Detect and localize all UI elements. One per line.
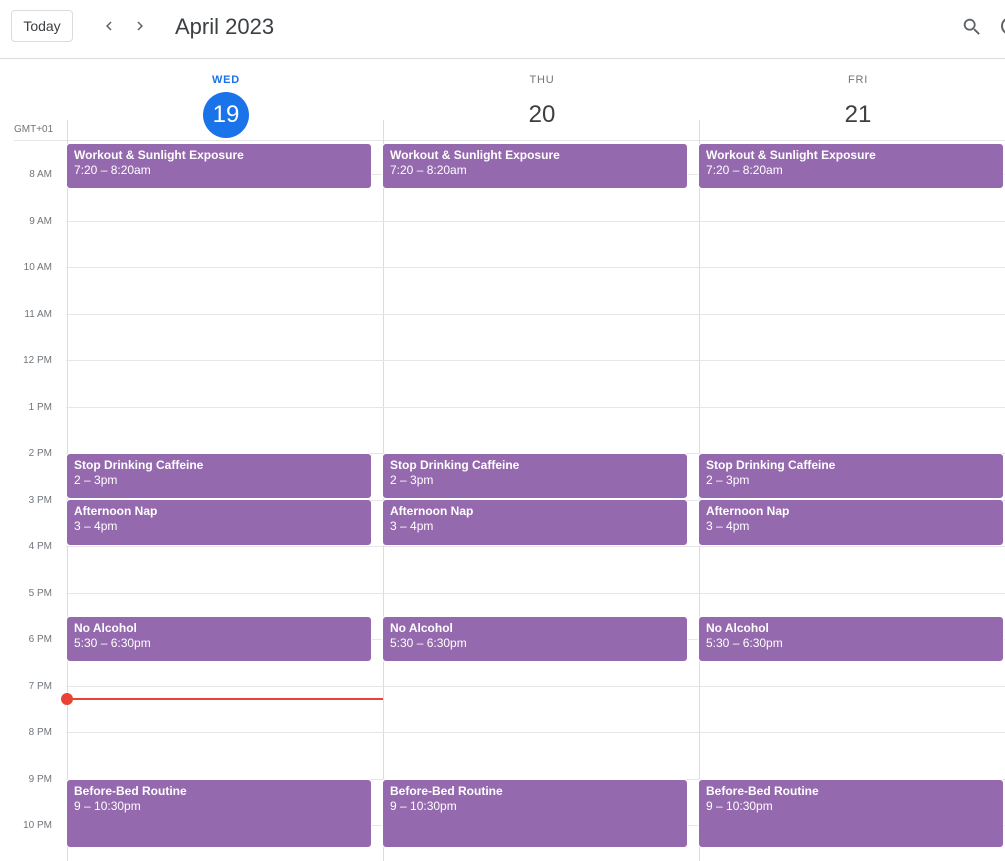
hour-label: 3 PM <box>28 495 52 506</box>
event-card[interactable]: Workout & Sunlight Exposure 7:20 – 8:20a… <box>698 143 1004 189</box>
hour-label: 7 PM <box>28 681 52 692</box>
day-number[interactable]: 20 <box>519 92 565 138</box>
event-time: 3 – 4pm <box>390 519 434 533</box>
grid-line <box>66 267 1005 268</box>
hour-label: 1 PM <box>28 402 52 413</box>
event-card[interactable]: Stop Drinking Caffeine 2 – 3pm <box>66 453 372 499</box>
prev-week-button[interactable] <box>96 13 122 39</box>
event-card[interactable]: Before-Bed Routine 9 – 10:30pm <box>382 779 688 848</box>
grid-line <box>14 140 1005 141</box>
grid-line <box>66 546 1005 547</box>
event-time: 5:30 – 6:30pm <box>706 636 783 650</box>
event-title: Afternoon Nap <box>706 504 790 518</box>
hour-label: 9 AM <box>29 216 52 227</box>
event-card[interactable]: No Alcohol 5:30 – 6:30pm <box>66 616 372 662</box>
grid-line <box>66 221 1005 222</box>
chevron-right-icon <box>137 21 143 31</box>
day-name: FRI <box>847 74 869 86</box>
event-time: 7:20 – 8:20am <box>706 163 783 177</box>
search-icon <box>963 18 980 35</box>
hour-label: 12 PM <box>23 355 52 366</box>
day-header-thu[interactable]: THU 20 <box>384 72 700 138</box>
event-card[interactable]: Afternoon Nap 3 – 4pm <box>66 499 372 546</box>
event-time: 9 – 10:30pm <box>390 799 457 813</box>
top-bar: Today April 2023 <box>0 0 1005 59</box>
event-title: Workout & Sunlight Exposure <box>74 148 244 162</box>
event-time: 3 – 4pm <box>706 519 750 533</box>
event-title: No Alcohol <box>706 621 769 635</box>
event-title: No Alcohol <box>74 621 137 635</box>
event-time: 9 – 10:30pm <box>74 799 141 813</box>
grid-line <box>66 686 1005 687</box>
event-time: 7:20 – 8:20am <box>390 163 467 177</box>
hour-label: 6 PM <box>28 634 52 645</box>
event-title: Before-Bed Routine <box>390 784 503 798</box>
event-title: Before-Bed Routine <box>74 784 187 798</box>
event-time: 5:30 – 6:30pm <box>390 636 467 650</box>
event-card[interactable]: Before-Bed Routine 9 – 10:30pm <box>698 779 1004 848</box>
event-card[interactable]: No Alcohol 5:30 – 6:30pm <box>382 616 688 662</box>
timezone-label: GMT+01 <box>14 124 54 135</box>
search-button[interactable] <box>958 13 986 41</box>
current-time-line <box>67 698 383 700</box>
day-name: WED <box>211 74 241 86</box>
help-icon[interactable] <box>998 14 1005 38</box>
grid-line <box>66 314 1005 315</box>
event-card[interactable]: Afternoon Nap 3 – 4pm <box>382 499 688 546</box>
event-card[interactable]: Workout & Sunlight Exposure 7:20 – 8:20a… <box>66 143 372 189</box>
hour-label: 9 PM <box>28 774 52 785</box>
event-card[interactable]: Afternoon Nap 3 – 4pm <box>698 499 1004 546</box>
event-title: Workout & Sunlight Exposure <box>390 148 560 162</box>
next-week-button[interactable] <box>127 13 153 39</box>
hour-label: 10 AM <box>23 262 52 273</box>
day-number[interactable]: 19 <box>203 92 249 138</box>
hour-label: 5 PM <box>28 588 52 599</box>
event-time: 9 – 10:30pm <box>706 799 773 813</box>
event-card[interactable]: Stop Drinking Caffeine 2 – 3pm <box>382 453 688 499</box>
event-title: No Alcohol <box>390 621 453 635</box>
grid-line <box>66 593 1005 594</box>
event-title: Afternoon Nap <box>74 504 158 518</box>
day-header-wed[interactable]: WED 19 <box>68 72 384 138</box>
page-title: April 2023 <box>175 14 275 39</box>
event-title: Afternoon Nap <box>390 504 474 518</box>
event-card[interactable]: No Alcohol 5:30 – 6:30pm <box>698 616 1004 662</box>
event-title: Stop Drinking Caffeine <box>706 458 836 472</box>
grid-line <box>66 360 1005 361</box>
hour-label: 2 PM <box>28 448 52 459</box>
chevron-left-icon <box>106 21 112 31</box>
hour-label: 11 AM <box>24 309 52 320</box>
event-time: 3 – 4pm <box>74 519 118 533</box>
hour-label: 4 PM <box>28 541 52 552</box>
event-time: 2 – 3pm <box>74 473 118 487</box>
event-card[interactable]: Before-Bed Routine 9 – 10:30pm <box>66 779 372 848</box>
event-time: 2 – 3pm <box>706 473 750 487</box>
day-name: THU <box>529 74 555 86</box>
event-card[interactable]: Stop Drinking Caffeine 2 – 3pm <box>698 453 1004 499</box>
day-number[interactable]: 21 <box>835 92 881 138</box>
grid-line <box>66 407 1005 408</box>
hour-label: 8 AM <box>29 169 52 180</box>
event-title: Workout & Sunlight Exposure <box>706 148 876 162</box>
grid-line <box>66 732 1005 733</box>
event-card[interactable]: Workout & Sunlight Exposure 7:20 – 8:20a… <box>382 143 688 189</box>
event-time: 5:30 – 6:30pm <box>74 636 151 650</box>
event-title: Stop Drinking Caffeine <box>74 458 204 472</box>
hour-label: 10 PM <box>23 820 52 831</box>
event-title: Before-Bed Routine <box>706 784 819 798</box>
today-button[interactable]: Today <box>11 10 73 42</box>
current-time-dot <box>61 693 73 705</box>
day-header-fri[interactable]: FRI 21 <box>700 72 1005 138</box>
event-title: Stop Drinking Caffeine <box>390 458 520 472</box>
hour-label: 8 PM <box>28 727 52 738</box>
event-time: 7:20 – 8:20am <box>74 163 151 177</box>
event-time: 2 – 3pm <box>390 473 434 487</box>
